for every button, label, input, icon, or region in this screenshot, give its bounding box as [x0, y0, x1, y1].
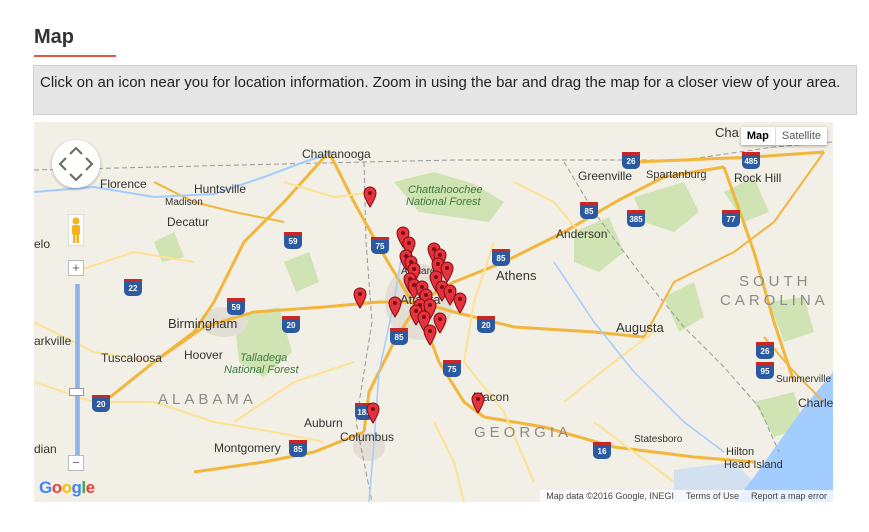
page-title: Map [34, 26, 74, 48]
city-label-dian: dian [34, 442, 57, 456]
zoom-in-button[interactable]: + [68, 260, 84, 276]
city-label-hilton: Hilton [726, 446, 755, 458]
city-label-birmingham: Birmingham [168, 316, 238, 331]
map-type-satellite-button[interactable]: Satellite [774, 127, 827, 145]
city-label-cha: Cha [715, 125, 739, 140]
city-label-hoover: Hoover [184, 348, 223, 362]
zoom-slider-track[interactable] [75, 284, 80, 456]
forest-label-talladega: Talladega [240, 352, 288, 364]
location-marker-icon[interactable] [363, 186, 377, 208]
city-label-elo: elo [34, 237, 51, 251]
highway-shield-i26-south: 26 [756, 342, 774, 359]
highway-shield-i85-south: 85 [289, 440, 307, 457]
city-label-madison: Madison [165, 197, 203, 208]
state-label-carolina: CAROLINA [720, 292, 829, 309]
highway-shield-i59: 59 [284, 232, 302, 249]
city-label-rock-hill: Rock Hill [734, 171, 782, 185]
city-label-tuscaloosa: Tuscaloosa [101, 351, 162, 365]
highway-shield-i20-west: 20 [282, 316, 300, 333]
highway-shield-i16: 16 [593, 442, 611, 459]
zoom-slider-handle[interactable] [69, 388, 84, 396]
city-label-charle: Charle [798, 396, 833, 410]
highway-shield-i85-sc: 85 [580, 202, 598, 219]
report-map-error-link[interactable]: Report a map error [751, 491, 827, 501]
location-marker-icon[interactable] [366, 402, 380, 424]
highway-shield-i22: 22 [124, 279, 142, 296]
highway-shield-i75-south: 75 [443, 360, 461, 377]
map-instructions: Click on an icon near you for location i… [33, 65, 857, 115]
city-label-head-island: Head Island [724, 459, 783, 471]
state-label-south: SOUTH [739, 273, 812, 290]
highway-shield-i26: 26 [622, 152, 640, 169]
map-data-attribution: Map data ©2016 Google, INEGI [546, 491, 674, 501]
pan-control[interactable] [52, 140, 100, 188]
highway-shield-i59-south: 59 [227, 298, 245, 315]
highway-shield-i75: 75 [371, 237, 389, 254]
city-label-decatur: Decatur [167, 215, 210, 229]
street-view-pegman-icon[interactable] [68, 214, 84, 246]
map-type-control: Map Satellite [740, 127, 827, 145]
forest-label-chattahoochee-2: National Forest [406, 196, 481, 208]
city-label-huntsville: Huntsville [194, 182, 247, 196]
title-underline [34, 55, 116, 57]
forest-label-chattahoochee: Chattahoochee [408, 184, 483, 196]
city-label-athens: Athens [496, 268, 537, 283]
state-label-georgia: GEORGIA [474, 424, 573, 441]
city-label-arkville: arkville [34, 334, 72, 348]
map-type-map-button[interactable]: Map [741, 127, 775, 145]
forest-label-talladega-2: National Forest [224, 364, 299, 376]
location-marker-icon[interactable] [453, 292, 467, 314]
highway-shield-i20-east: 20 [477, 316, 495, 333]
pan-arrows-icon [58, 146, 94, 182]
highway-shield-i85-atlanta: 85 [390, 328, 408, 345]
highway-shield-i485: 485 [742, 152, 760, 169]
city-label-columbus: Columbus [340, 430, 395, 444]
state-label-alabama: ALABAMA [158, 391, 257, 408]
city-label-spartanburg: Spartanburg [646, 169, 707, 181]
location-marker-icon[interactable] [471, 392, 485, 414]
city-label-florence: Florence [100, 177, 147, 191]
city-label-greenville: Greenville [578, 169, 633, 183]
city-label-summerville: Summerville [776, 374, 832, 385]
city-label-anderson: Anderson [556, 227, 608, 241]
highway-shield-i20-southwest: 20 [92, 395, 110, 412]
location-marker-icon[interactable] [353, 287, 367, 309]
google-logo: Google [39, 478, 95, 497]
map-attribution-bar: Map data ©2016 Google, INEGI Terms of Us… [540, 490, 833, 502]
location-marker-icon[interactable] [388, 296, 402, 318]
city-label-auburn: Auburn [304, 416, 343, 430]
highway-shield-i77: 77 [722, 210, 740, 227]
highway-shield-i385: 385 [627, 210, 645, 227]
city-label-montgomery: Montgomery [214, 441, 281, 455]
highway-shield-i95: 95 [756, 362, 774, 379]
highway-shield-i85: 85 [492, 249, 510, 266]
location-map[interactable]: Chattanooga Florence Huntsville Madison … [34, 122, 833, 502]
city-label-statesboro: Statesboro [634, 434, 683, 445]
terms-of-use-link[interactable]: Terms of Use [686, 491, 739, 501]
zoom-out-button[interactable]: − [68, 455, 84, 471]
location-marker-icon[interactable] [423, 324, 437, 346]
city-label-augusta: Augusta [616, 320, 664, 335]
city-label-chattanooga: Chattanooga [302, 147, 371, 161]
